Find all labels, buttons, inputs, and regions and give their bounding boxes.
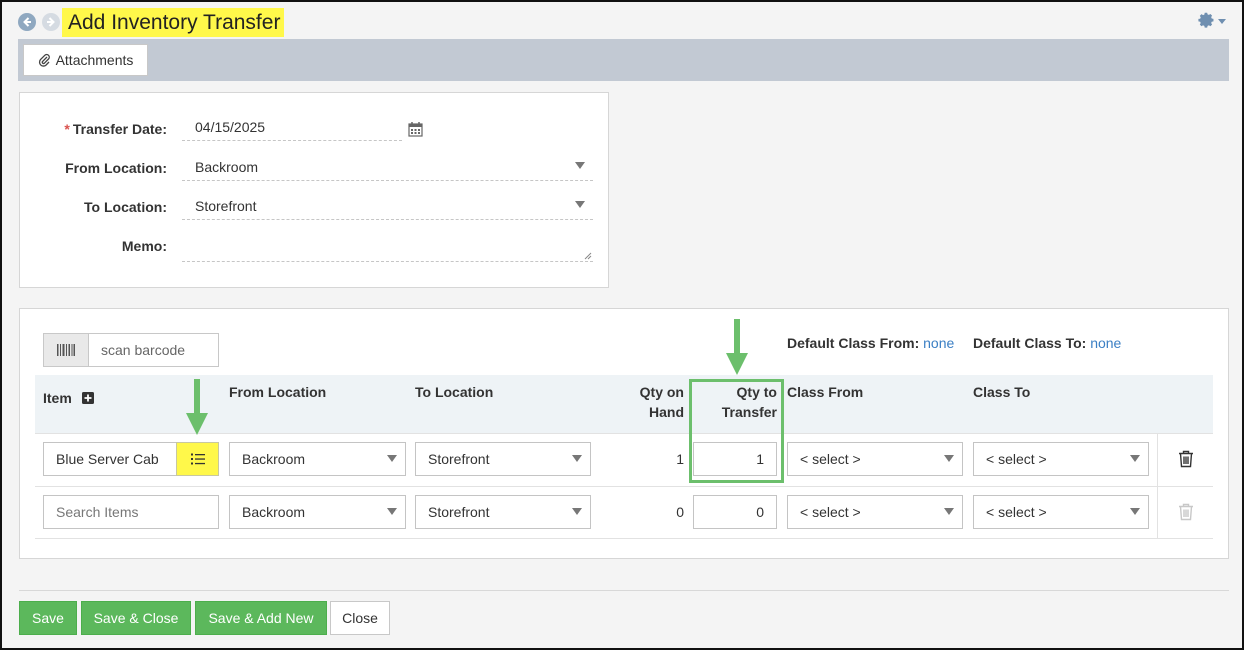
row-class-to-value: < select >	[986, 451, 1047, 467]
chevron-down-icon	[575, 201, 585, 208]
chevron-down-icon	[1130, 455, 1140, 462]
default-class-from-label: Default Class From:	[787, 335, 920, 351]
col-class-from: Class From	[787, 384, 864, 400]
row-class-from-select[interactable]: < select >	[787, 495, 963, 529]
from-location-label: From Location:	[65, 160, 167, 176]
row-to-location-select[interactable]: Storefront	[415, 495, 591, 529]
memo-label: Memo:	[121, 238, 167, 254]
add-item-icon[interactable]	[81, 392, 94, 404]
toolbar: Attachments	[18, 39, 1229, 81]
to-location-value: Storefront	[195, 198, 257, 214]
barcode-icon	[44, 334, 89, 366]
transfer-date-label-text: Transfer Date:	[72, 121, 167, 137]
required-marker: *	[64, 121, 70, 137]
row-divider	[35, 433, 1213, 434]
row-class-from-value: < select >	[800, 451, 861, 467]
calendar-icon[interactable]	[408, 121, 423, 137]
from-location-select[interactable]: Backroom	[182, 157, 593, 181]
qty-on-hand: 1	[676, 451, 684, 467]
memo-field[interactable]	[182, 237, 593, 262]
row-to-location-value: Storefront	[428, 504, 490, 520]
default-class-from-link[interactable]: none	[923, 335, 954, 351]
list-icon	[190, 453, 205, 465]
delete-row-button[interactable]	[1176, 502, 1196, 522]
row-from-location-value: Backroom	[242, 504, 306, 520]
save-close-button[interactable]: Save & Close	[81, 601, 191, 635]
col-qty-on-hand: Qty on Hand	[624, 382, 684, 422]
item-search-input[interactable]: Search Items	[43, 495, 219, 529]
row-divider	[35, 486, 1213, 487]
scan-barcode-input[interactable]: scan barcode	[43, 333, 219, 367]
paperclip-icon	[38, 53, 50, 67]
default-class-from: Default Class From: none	[787, 335, 954, 351]
attachments-button[interactable]: Attachments	[23, 44, 148, 76]
default-class-to-link[interactable]: none	[1090, 335, 1121, 351]
col-item: Item	[43, 388, 94, 408]
from-location-value: Backroom	[195, 159, 259, 175]
transfer-date-value: 04/15/2025	[195, 119, 266, 135]
col-qty-on-hand-line1: Qty on	[639, 384, 684, 400]
row-divider	[35, 538, 1213, 539]
transfer-date-label: * Transfer Date:	[64, 121, 167, 137]
qty-on-hand: 0	[676, 504, 684, 520]
row-to-location-select[interactable]: Storefront	[415, 442, 591, 476]
default-class-to: Default Class To: none	[973, 335, 1121, 351]
forward-icon[interactable]	[42, 13, 60, 31]
col-from-location: From Location	[229, 384, 327, 400]
to-location-select[interactable]: Storefront	[182, 196, 593, 220]
transfer-date-field[interactable]: 04/15/2025	[182, 117, 402, 141]
col-item-label: Item	[43, 390, 72, 406]
transfer-lines-panel: scan barcode Default Class From: none De…	[19, 308, 1229, 559]
col-to-location: To Location	[415, 384, 494, 400]
chevron-down-icon	[387, 508, 397, 515]
row-class-from-value: < select >	[800, 504, 861, 520]
default-class-to-label: Default Class To:	[973, 335, 1087, 351]
highlight-box-qty-to-transfer	[689, 379, 784, 483]
row-class-to-select[interactable]: < select >	[973, 442, 1149, 476]
to-location-label: To Location:	[84, 199, 167, 215]
attachments-label: Attachments	[55, 52, 134, 68]
arrow-down-icon	[726, 319, 748, 375]
chevron-down-icon	[572, 508, 582, 515]
back-icon[interactable]	[18, 13, 36, 31]
qty-to-transfer-input[interactable]: 0	[693, 495, 777, 529]
item-list-button[interactable]	[176, 442, 219, 476]
gear-icon	[1198, 12, 1214, 28]
row-class-to-value: < select >	[986, 504, 1047, 520]
row-from-location-select[interactable]: Backroom	[229, 495, 406, 529]
chevron-down-icon	[575, 162, 585, 169]
resize-handle-icon[interactable]	[584, 252, 592, 260]
column-divider	[1157, 433, 1158, 538]
chevron-down-icon	[944, 455, 954, 462]
col-qty-on-hand-line2: Hand	[649, 404, 684, 420]
chevron-down-icon	[387, 455, 397, 462]
footer-divider	[19, 590, 1229, 591]
window-frame: Add Inventory Transfer Attachments * Tran…	[0, 0, 1244, 650]
save-add-new-button[interactable]: Save & Add New	[195, 601, 327, 635]
delete-row-button[interactable]	[1176, 449, 1196, 469]
trash-icon	[1179, 450, 1193, 468]
trash-icon	[1179, 503, 1193, 521]
col-class-to: Class To	[973, 384, 1031, 400]
save-button[interactable]: Save	[19, 601, 77, 635]
transfer-form: * Transfer Date: 04/15/2025 From Location…	[19, 92, 609, 288]
chevron-down-icon	[944, 508, 954, 515]
row-to-location-value: Storefront	[428, 451, 490, 467]
chevron-down-icon	[1130, 508, 1140, 515]
close-button[interactable]: Close	[330, 601, 390, 635]
chevron-down-icon	[572, 455, 582, 462]
row-from-location-select[interactable]: Backroom	[229, 442, 406, 476]
arrow-down-icon	[186, 379, 208, 435]
row-class-to-select[interactable]: < select >	[973, 495, 1149, 529]
scan-barcode-placeholder: scan barcode	[101, 342, 186, 358]
row-class-from-select[interactable]: < select >	[787, 442, 963, 476]
chevron-down-icon	[1218, 18, 1226, 24]
item-input[interactable]: Blue Server Cab	[43, 442, 177, 476]
settings-menu[interactable]	[1198, 12, 1226, 30]
row-from-location-value: Backroom	[242, 451, 306, 467]
page-title: Add Inventory Transfer	[62, 8, 285, 37]
